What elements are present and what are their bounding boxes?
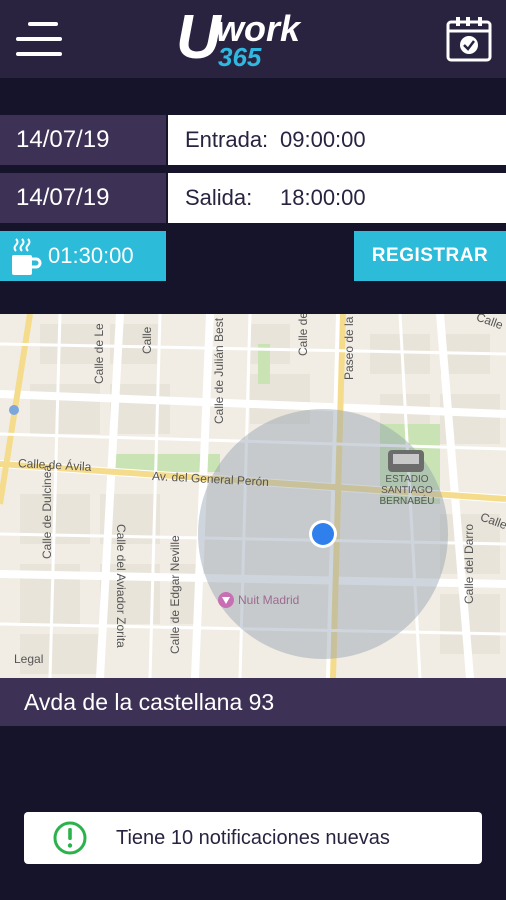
exit-time: 18:00:00 [280,185,366,210]
notification-text: Tiene 10 notificaciones nuevas [116,827,390,849]
exit-row: 14/07/19 Salida: 18:00:00 [0,173,506,223]
exit-time-cell: Salida: 18:00:00 [168,173,506,223]
alert-circle-icon [52,820,88,856]
exit-date: 14/07/19 [0,173,166,223]
map-label-calle-de: Calle de [296,314,310,356]
stadium-line-2: SANTIAGO [381,485,433,496]
logo-letter: U [176,3,221,72]
map-label-paseo: Paseo de la [342,316,356,380]
map-label-le: Calle de Le [92,323,106,384]
entry-time-cell: Entrada: 09:00:00 [168,115,506,165]
entry-label: Entrada: [185,127,269,152]
coffee-cup-icon [10,237,42,277]
entry-row: 14/07/19 Entrada: 09:00:00 [0,115,506,165]
logo-number: 365 [218,42,262,72]
address-bar: Avda de la castellana 93 [0,678,506,726]
entry-time: 09:00:00 [280,127,366,152]
app-logo: U work 365 [172,3,332,72]
entry-date: 14/07/19 [0,115,166,165]
map-label-edgar-neville: Calle de Edgar Neville [168,535,182,654]
exit-label: Salida: [185,185,253,210]
break-duration[interactable]: 01:30:00 [0,231,166,281]
map-view[interactable]: Calle de Ávila Av. del General Perón Cal… [0,314,506,678]
map-label-stadium: ESTADIO SANTIAGO BERNABÉU [372,474,442,507]
map-legal-link[interactable]: Legal [14,652,43,666]
calendar-check-icon[interactable] [446,16,492,62]
stadium-line-3: BERNABÉU [379,496,435,507]
map-label-dulcinea: Calle de Dulcinea [40,464,54,559]
break-time: 01:30:00 [48,243,134,268]
map-label-julian-besteiro: Calle de Julián Best [212,317,226,424]
hamburger-menu-icon[interactable] [16,20,62,58]
map-label-darro: Calle del Darro [462,523,476,604]
map-label-aviador-zorita: Calle del Aviador Zorita [114,524,128,648]
map-label-nuit-madrid: Nuit Madrid [238,593,300,607]
map-label-calle-top: Calle [140,326,154,354]
notification-banner[interactable]: Tiene 10 notificaciones nuevas [24,812,482,864]
top-bar: U work 365 [0,0,506,78]
stadium-line-1: ESTADIO [385,474,429,485]
register-button[interactable]: REGISTRAR [354,231,506,281]
